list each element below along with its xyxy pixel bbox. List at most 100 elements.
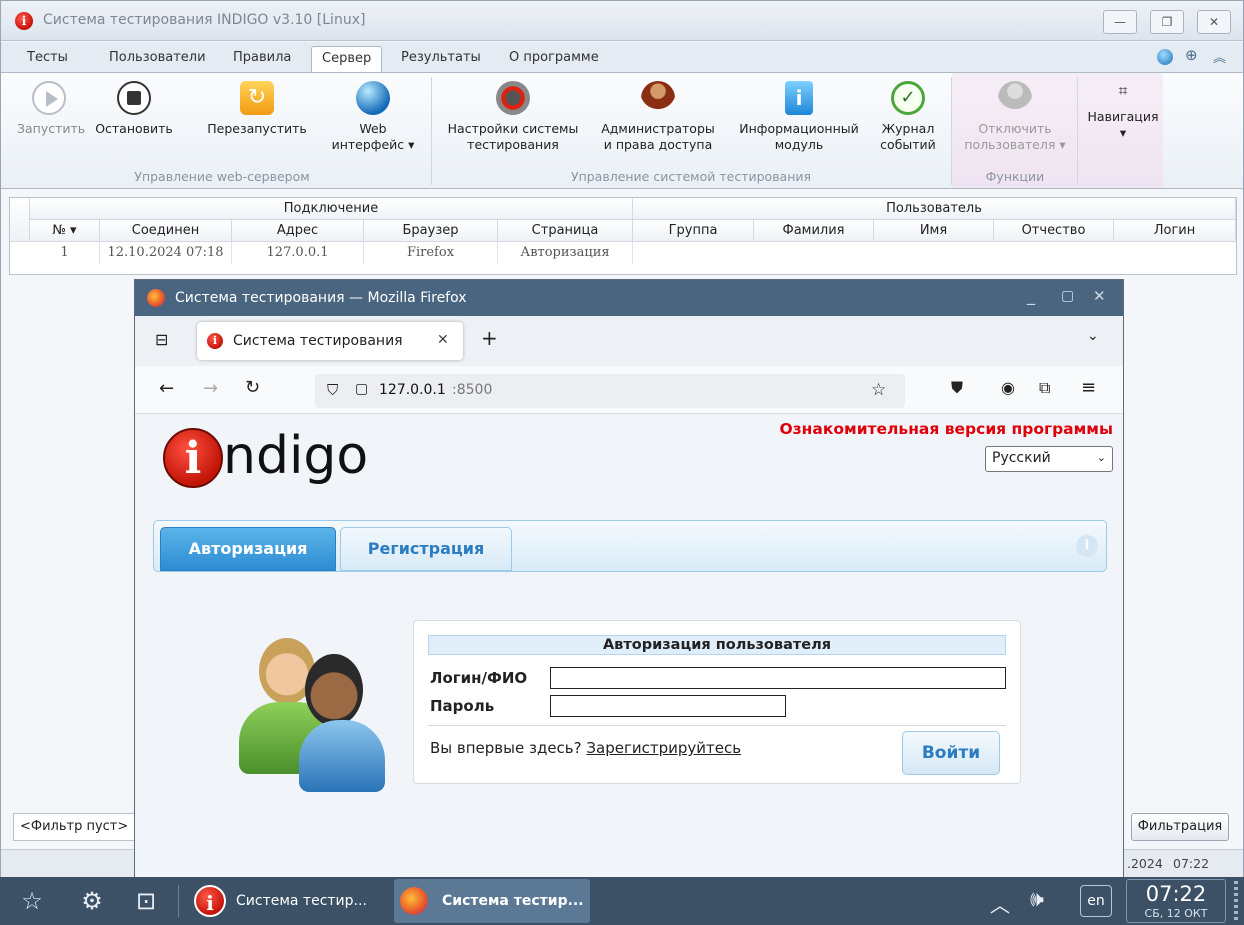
restart-icon: ↻	[240, 81, 274, 115]
web-interface-button[interactable]: Web интерфейс ▾	[327, 81, 419, 153]
forward-icon[interactable]: →	[203, 378, 218, 399]
firefox-taskbar-icon	[400, 887, 428, 915]
tab-about[interactable]: О программе	[509, 50, 599, 65]
ff-close-button[interactable]: ✕	[1093, 287, 1106, 305]
shield-icon[interactable]: ⛉	[327, 381, 338, 399]
start-button[interactable]: Запустить	[17, 81, 85, 137]
tab-users[interactable]: Пользователи	[109, 50, 206, 65]
password-input[interactable]	[550, 695, 786, 717]
stop-button[interactable]: Остановить	[93, 81, 175, 137]
url-bar[interactable]: ⛉ ▢ 127.0.0.1 :8500 ☆	[315, 374, 905, 408]
binoculars-icon: ⌗	[1118, 81, 1128, 100]
keyboard-layout-indicator[interactable]: en	[1080, 885, 1112, 917]
cell-page: Авторизация	[498, 242, 633, 264]
clock[interactable]: 07:22 СБ, 12 ОКТ	[1126, 879, 1226, 923]
back-icon[interactable]: ←	[159, 378, 174, 399]
connections-table: Подключение Пользователь № ▾ Соединен Ад…	[9, 197, 1237, 275]
info-icon[interactable]: i	[1076, 535, 1098, 557]
system-settings-button[interactable]: Настройки системы тестирования	[443, 81, 583, 153]
col-name[interactable]: Имя	[874, 220, 994, 242]
auth-heading: Авторизация пользователя	[428, 635, 1006, 655]
pocket-icon[interactable]: ⛊	[951, 378, 963, 398]
favorites-star-icon[interactable]: ☆	[16, 887, 48, 917]
group-system-label: Управление системой тестирования	[570, 169, 812, 184]
taskbar-app-indigo[interactable]: i Система тестир...	[190, 881, 378, 921]
group-header-connection: Подключение	[30, 198, 633, 220]
col-connected[interactable]: Соединен	[100, 220, 232, 242]
settings-gear-icon	[496, 81, 530, 115]
account-icon[interactable]: ◉	[1001, 378, 1015, 397]
filter-button[interactable]: Фильтрация	[1131, 813, 1229, 841]
new-tab-icon[interactable]: +	[481, 326, 498, 350]
taskbar: ☆ ⚙ ⊡ i Система тестир... Система тестир…	[0, 877, 1244, 925]
tab-close-icon[interactable]: ✕	[437, 332, 449, 348]
volume-icon[interactable]: 🕪	[1030, 887, 1044, 912]
group-functions-label: Функции	[985, 169, 1045, 184]
tab-list-icon[interactable]: ⊟	[155, 330, 168, 349]
url-port: :8500	[452, 382, 493, 398]
system-settings-icon[interactable]: ⚙	[76, 887, 108, 917]
login-submit-button[interactable]: Войти	[902, 731, 1000, 775]
taskbar-separator	[178, 885, 179, 917]
firefox-logo-icon	[147, 289, 165, 307]
ribbon: Запустить Остановить ↻ Перезапустить Web…	[1, 72, 1243, 189]
ff-maximize-button[interactable]: ▢	[1061, 288, 1074, 304]
col-patronymic[interactable]: Отчество	[994, 220, 1114, 242]
login-input[interactable]	[550, 667, 1006, 689]
cell-number: 1	[30, 242, 100, 264]
taskbar-app-firefox[interactable]: Система тестир...	[394, 879, 590, 923]
tab-rules[interactable]: Правила	[233, 50, 291, 65]
stop-icon	[117, 81, 151, 115]
title-bar: i Система тестирования INDIGO v3.10 [Lin…	[1, 1, 1243, 41]
collapse-ribbon-icon[interactable]: ︽	[1213, 47, 1226, 66]
url-host: 127.0.0.1	[379, 382, 446, 398]
col-page[interactable]: Страница	[498, 220, 633, 242]
menu-bar: Тесты Пользователи Правила Сервер Резуль…	[1, 42, 1243, 73]
col-address[interactable]: Адрес	[232, 220, 364, 242]
minimize-button[interactable]: —	[1103, 10, 1137, 34]
page-info-icon[interactable]: ▢	[355, 381, 368, 397]
col-browser[interactable]: Браузер	[364, 220, 498, 242]
users-image	[239, 632, 389, 792]
tab-favicon-icon: i	[207, 333, 223, 349]
col-number[interactable]: № ▾	[30, 220, 100, 242]
firefox-tab-bar: ⊟ i Система тестирования ✕ + ⌄	[135, 316, 1123, 366]
cell-browser: Firefox	[364, 242, 498, 264]
restart-button[interactable]: ↻ Перезапустить	[203, 81, 311, 137]
web-page: i ndigo Ознакомительная версия программы…	[135, 414, 1123, 880]
col-surname[interactable]: Фамилия	[754, 220, 874, 242]
disconnect-user-button[interactable]: Отключить пользователя ▾	[963, 81, 1067, 153]
info-module-button[interactable]: i Информационный модуль	[735, 81, 863, 153]
col-group[interactable]: Группа	[633, 220, 754, 242]
close-button[interactable]: ✕	[1197, 10, 1231, 34]
window-title: Система тестирования INDIGO v3.10 [Linux…	[43, 12, 366, 28]
register-link[interactable]: Зарегистрируйтесь	[586, 739, 741, 757]
reload-icon[interactable]: ↻	[245, 377, 260, 398]
tab-register[interactable]: Регистрация	[340, 527, 512, 571]
zoom-icon[interactable]: ⊕	[1185, 46, 1198, 64]
extensions-icon[interactable]: ⧉	[1039, 378, 1050, 398]
tab-tests[interactable]: Тесты	[27, 50, 68, 65]
file-manager-icon[interactable]: ⊡	[130, 887, 162, 917]
navigation-button[interactable]: ⌗ Навигация ▾	[1083, 81, 1163, 141]
cell-connected: 12.10.2024 07:18	[100, 242, 232, 264]
restore-button[interactable]: ❐	[1150, 10, 1184, 34]
browser-tab[interactable]: i Система тестирования ✕	[197, 322, 463, 360]
ff-minimize-button[interactable]: _	[1027, 286, 1035, 305]
tray-expand-icon[interactable]: ︿	[990, 889, 1010, 918]
language-select[interactable]: Русский ⌄	[985, 446, 1113, 472]
tab-login[interactable]: Авторизация	[160, 527, 336, 571]
tab-overflow-icon[interactable]: ⌄	[1087, 328, 1099, 344]
bookmark-star-icon[interactable]: ☆	[871, 380, 886, 400]
help-icon[interactable]	[1157, 49, 1173, 65]
row-indicator-header	[10, 198, 30, 242]
col-login[interactable]: Логин	[1114, 220, 1236, 242]
taskbar-handle[interactable]	[1234, 881, 1238, 921]
administrators-button[interactable]: Администраторы и права доступа	[597, 81, 719, 153]
indigo-logo-icon: i	[163, 428, 223, 488]
firefox-window: Система тестирования — Mozilla Firefox _…	[134, 279, 1124, 880]
menu-icon[interactable]: ≡	[1081, 377, 1096, 398]
tab-results[interactable]: Результаты	[401, 50, 481, 65]
tab-server[interactable]: Сервер	[311, 46, 383, 73]
event-journal-button[interactable]: ✓ Журнал событий	[875, 81, 941, 153]
